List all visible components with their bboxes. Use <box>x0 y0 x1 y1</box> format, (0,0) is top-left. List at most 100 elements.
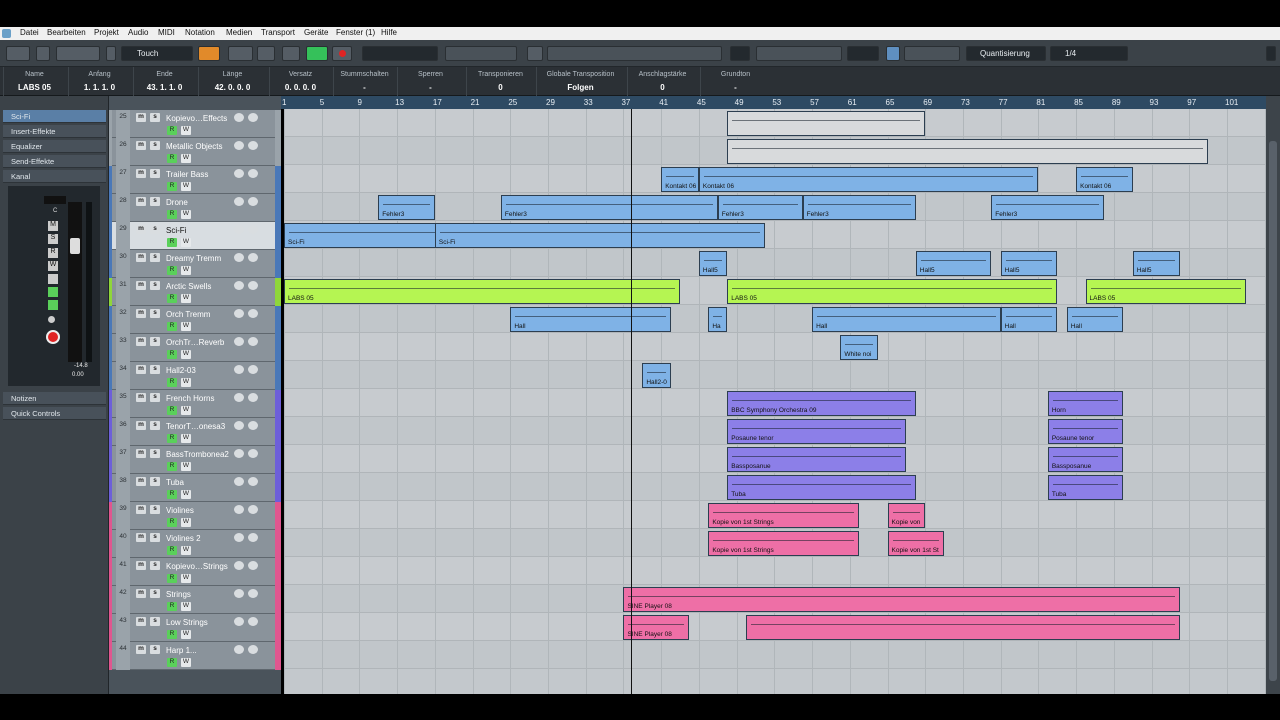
track-solo-button[interactable]: s <box>150 225 160 234</box>
event-part[interactable]: Kopie von 1st Strings <box>708 503 860 528</box>
info-value-2[interactable]: 43. 1. 1. 0 <box>134 83 195 92</box>
track-mute-button[interactable]: m <box>136 393 146 402</box>
track-name[interactable]: OrchTr…Reverb <box>166 338 224 347</box>
track-solo-button[interactable]: s <box>150 505 160 514</box>
track-record-enable-button[interactable] <box>234 421 244 430</box>
pan-knob[interactable] <box>44 196 66 204</box>
track-read-button[interactable]: R <box>167 462 177 471</box>
track-write-button[interactable]: W <box>181 378 191 387</box>
editing-buttons[interactable] <box>756 46 842 61</box>
track-row[interactable]: 30 m s Dreamy Tremm R W <box>109 250 281 278</box>
track-solo-button[interactable]: s <box>150 477 160 486</box>
menu-item-7[interactable]: Transport <box>261 28 295 37</box>
track-write-button[interactable]: W <box>181 602 191 611</box>
snap-type-select[interactable]: Quantisierung <box>966 46 1046 61</box>
event-part[interactable]: Fehler3 <box>378 195 435 220</box>
event-part[interactable]: Bassposanue <box>1047 447 1124 472</box>
event-part[interactable]: Hall <box>1000 307 1058 332</box>
info-value-8[interactable]: Folgen <box>537 83 624 92</box>
track-record-enable-button[interactable] <box>234 253 244 262</box>
event-part[interactable]: Sci-Fi <box>284 223 445 248</box>
track-write-button[interactable]: W <box>181 294 191 303</box>
menu-item-5[interactable]: Notation <box>185 28 215 37</box>
track-solo-button[interactable]: s <box>150 113 160 122</box>
track-write-button[interactable]: W <box>181 434 191 443</box>
color-select[interactable] <box>730 46 750 61</box>
record-enable-button[interactable] <box>48 300 58 310</box>
track-solo-button[interactable]: s <box>150 449 160 458</box>
track-read-button[interactable]: R <box>167 378 177 387</box>
track-solo-button[interactable]: s <box>150 169 160 178</box>
event-part[interactable]: Fehler3 <box>500 195 718 220</box>
track-record-enable-button[interactable] <box>234 617 244 626</box>
stop-button[interactable] <box>282 46 300 61</box>
track-row[interactable]: 34 m s Hall2-03 R W <box>109 362 281 390</box>
track-solo-button[interactable]: s <box>150 281 160 290</box>
track-name[interactable]: Dreamy Tremm <box>166 254 221 263</box>
marker-select[interactable] <box>362 46 438 61</box>
event-part[interactable]: Fehler3 <box>802 195 916 220</box>
event-part[interactable]: Kopie von 1st St <box>887 531 945 556</box>
track-read-button[interactable]: R <box>167 210 177 219</box>
track-read-button[interactable]: R <box>167 322 177 331</box>
track-record-enable-button[interactable] <box>234 225 244 234</box>
event-part[interactable]: Kontakt 06 <box>698 167 1039 192</box>
event-part[interactable]: Kopie von 1st Strings <box>708 531 860 556</box>
track-row[interactable]: 31 m s Arctic Swells R W <box>109 278 281 306</box>
event-part[interactable]: Horn <box>1047 391 1124 416</box>
track-name[interactable]: Harp 1... <box>166 646 197 655</box>
track-record-enable-button[interactable] <box>234 169 244 178</box>
track-name[interactable]: French Horns <box>166 394 214 403</box>
event-part[interactable]: Kontakt 06 <box>661 167 699 192</box>
track-read-button[interactable]: R <box>167 350 177 359</box>
track-solo-button[interactable]: s <box>150 365 160 374</box>
track-write-button[interactable]: W <box>181 518 191 527</box>
track-read-button[interactable]: R <box>167 294 177 303</box>
track-row[interactable]: 42 m s Strings R W <box>109 586 281 614</box>
event-part[interactable]: Hall <box>510 307 671 332</box>
info-cell-9[interactable]: Anschlagstärke 0 <box>627 67 697 96</box>
track-write-button[interactable]: W <box>181 462 191 471</box>
event-part[interactable]: LABS 05 <box>284 279 681 304</box>
event-part[interactable]: White noi <box>840 335 879 360</box>
track-mute-button[interactable]: m <box>136 337 146 346</box>
track-record-enable-button[interactable] <box>234 365 244 374</box>
inspector-sends-section[interactable]: Send-Effekte <box>3 155 106 168</box>
timeline-ruler[interactable]: 1 5 9 13 17 21 25 29 33 37 41 45 49 53 57 61 65 69 73 77 81 8… <box>281 96 1266 109</box>
inspector-channel-section[interactable]: Kanal <box>3 170 106 183</box>
event-part[interactable]: Fehler3 <box>717 195 803 220</box>
event-part[interactable] <box>727 111 926 136</box>
track-name[interactable]: Drone <box>166 198 188 207</box>
info-value-7[interactable]: 0 <box>467 83 534 92</box>
info-value-1[interactable]: 1. 1. 1. 0 <box>69 83 130 92</box>
track-monitor-button[interactable] <box>248 253 258 262</box>
track-record-enable-button[interactable] <box>234 337 244 346</box>
track-solo-button[interactable]: s <box>150 533 160 542</box>
track-solo-button[interactable]: s <box>150 561 160 570</box>
menu-item-6[interactable]: Medien <box>226 28 252 37</box>
edit-channel-button[interactable] <box>48 274 58 284</box>
track-record-enable-button[interactable] <box>234 477 244 486</box>
track-monitor-button[interactable] <box>248 533 258 542</box>
solo-button[interactable]: S <box>48 234 58 244</box>
track-monitor-button[interactable] <box>248 617 258 626</box>
track-row[interactable]: 44 m s Harp 1... R W <box>109 642 281 670</box>
event-part[interactable]: BBC Symphony Orchestra 09 <box>727 391 916 416</box>
track-write-button[interactable]: W <box>181 350 191 359</box>
info-cell-1[interactable]: Anfang 1. 1. 1. 0 <box>68 67 130 96</box>
track-monitor-button[interactable] <box>248 561 258 570</box>
track-name[interactable]: Tuba <box>166 478 184 487</box>
track-read-button[interactable]: R <box>167 182 177 191</box>
info-value-10[interactable]: - <box>701 83 770 92</box>
autoscroll-button[interactable] <box>198 46 220 61</box>
track-solo-button[interactable]: s <box>150 589 160 598</box>
track-read-button[interactable]: R <box>167 154 177 163</box>
track-name[interactable]: TenorT…onesa3 <box>166 422 225 431</box>
track-monitor-button[interactable] <box>248 365 258 374</box>
track-write-button[interactable]: W <box>181 238 191 247</box>
track-name[interactable]: Arctic Swells <box>166 282 211 291</box>
info-cell-7[interactable]: Transponieren 0 <box>466 67 534 96</box>
info-cell-2[interactable]: Ende 43. 1. 1. 0 <box>133 67 195 96</box>
track-read-button[interactable]: R <box>167 518 177 527</box>
track-write-button[interactable]: W <box>181 546 191 555</box>
